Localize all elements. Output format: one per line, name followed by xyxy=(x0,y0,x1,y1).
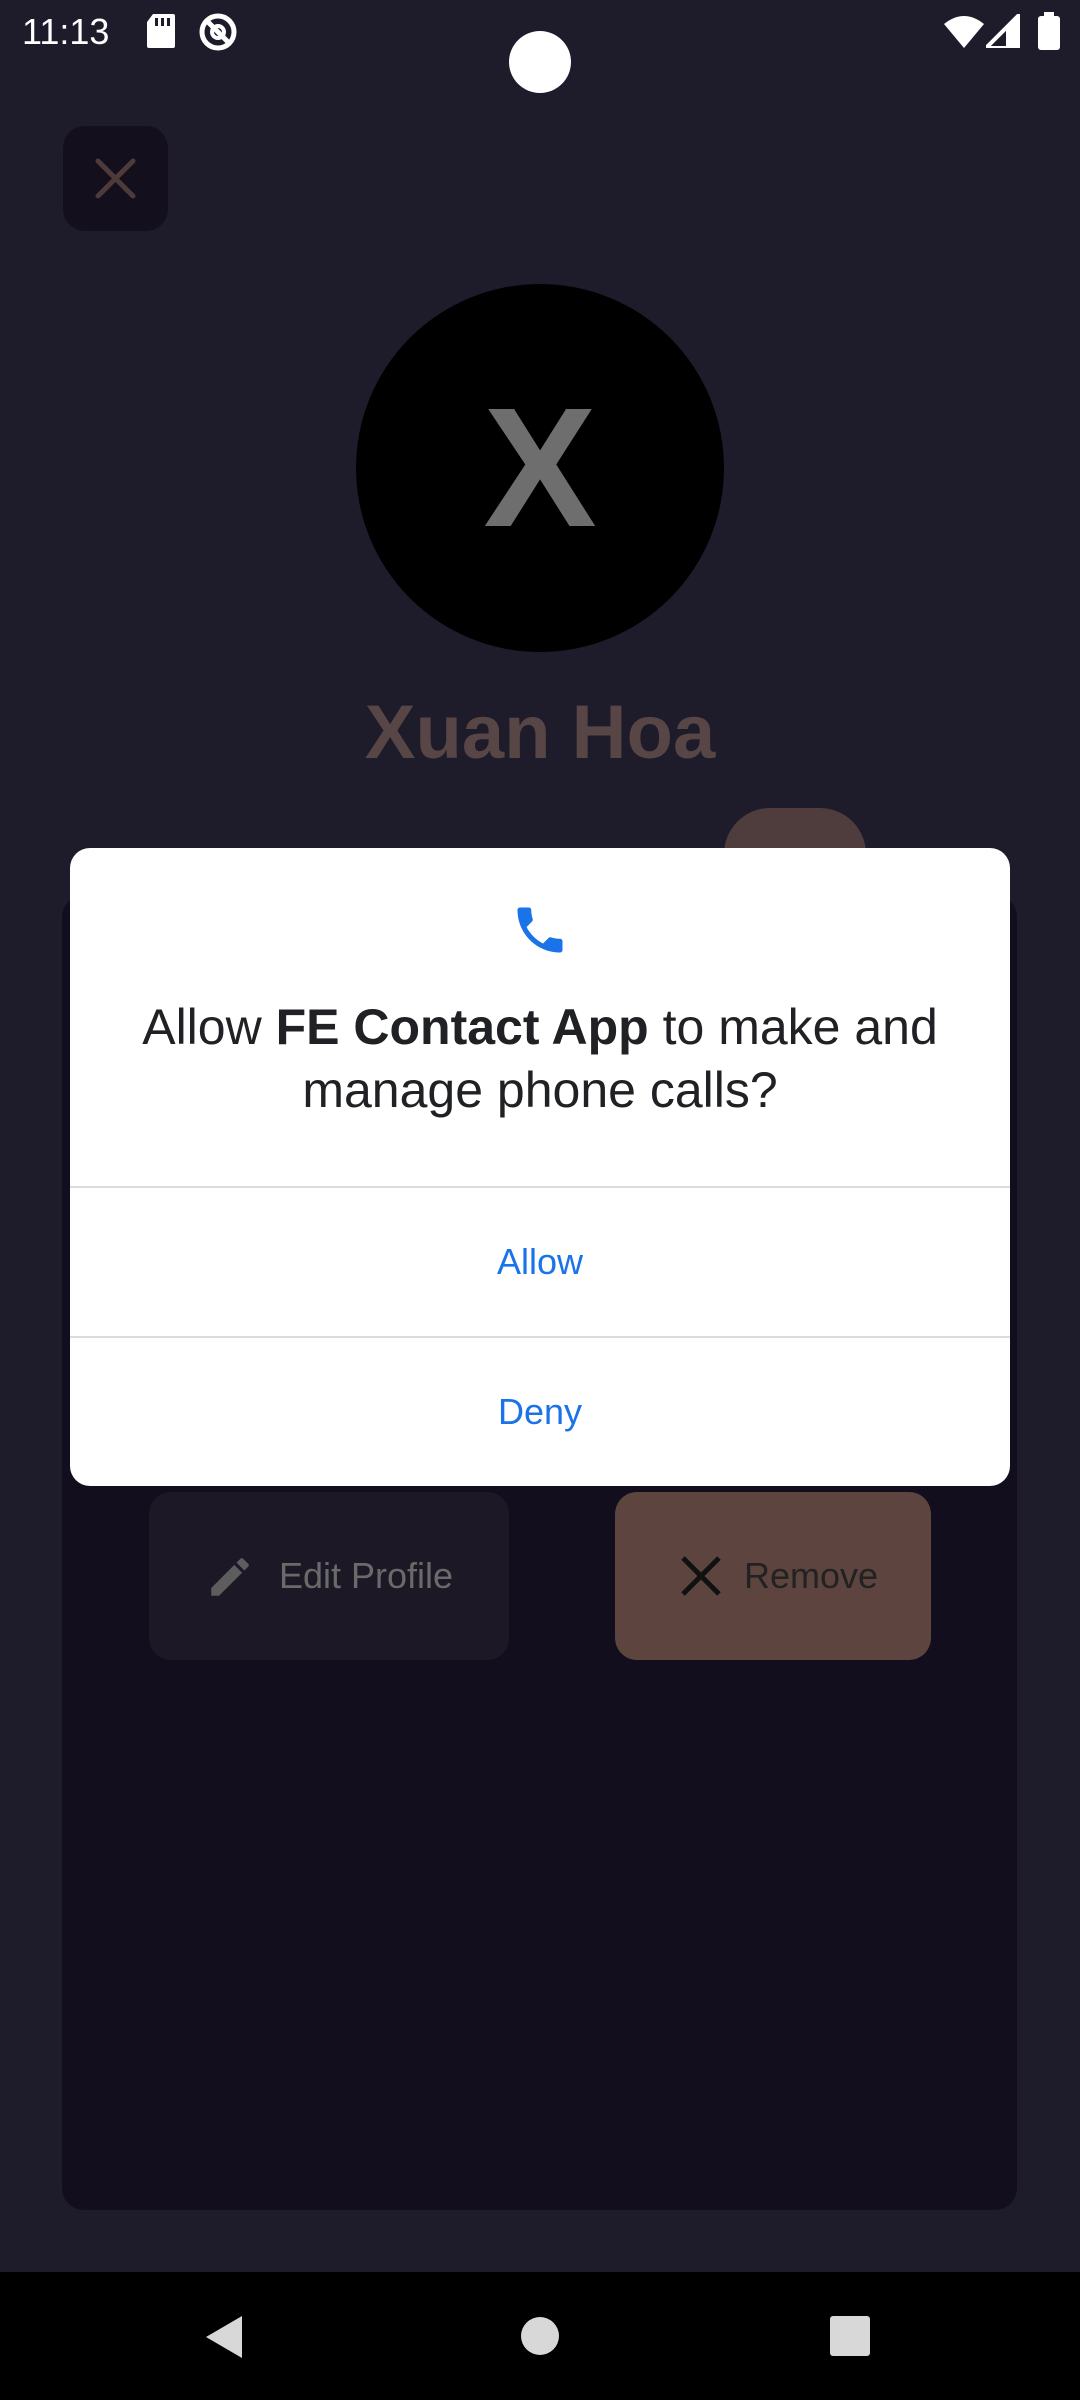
phone-icon xyxy=(510,900,570,965)
close-icon xyxy=(95,158,136,199)
back-icon[interactable] xyxy=(202,2314,244,2365)
avatar-initial: X xyxy=(483,373,597,563)
contact-name: Xuan Hoa xyxy=(364,690,716,775)
camera-cutout xyxy=(509,31,571,93)
signal-icon xyxy=(981,9,1022,53)
edit-profile-label: Edit Profile xyxy=(279,1555,454,1596)
battery-icon xyxy=(1038,12,1060,55)
permission-dialog: Allow FE Contact App to make and manage … xyxy=(70,848,1010,1486)
home-icon[interactable] xyxy=(520,2316,560,2361)
avatar: X xyxy=(356,284,724,652)
pencil-icon xyxy=(211,1558,249,1596)
dialog-message-prefix: Allow xyxy=(142,999,276,1055)
remove-button[interactable]: Remove xyxy=(615,1492,931,1660)
do-not-disturb-icon xyxy=(198,12,238,57)
status-bar: 11:13 xyxy=(0,0,1080,93)
navigation-bar xyxy=(0,2272,1080,2400)
status-time: 11:13 xyxy=(22,11,110,52)
allow-button[interactable]: Allow xyxy=(70,1188,1010,1336)
close-icon xyxy=(681,1556,721,1596)
wifi-icon xyxy=(944,14,984,53)
remove-label: Remove xyxy=(744,1555,879,1596)
deny-button[interactable]: Deny xyxy=(70,1338,1010,1486)
dialog-app-name: FE Contact App xyxy=(275,999,649,1055)
sd-card-icon xyxy=(145,12,177,55)
dialog-message: Allow FE Contact App to make and manage … xyxy=(110,996,970,1122)
close-button[interactable] xyxy=(63,126,168,231)
edit-profile-button[interactable]: Edit Profile xyxy=(149,1492,509,1660)
recents-icon[interactable] xyxy=(830,2316,870,2361)
